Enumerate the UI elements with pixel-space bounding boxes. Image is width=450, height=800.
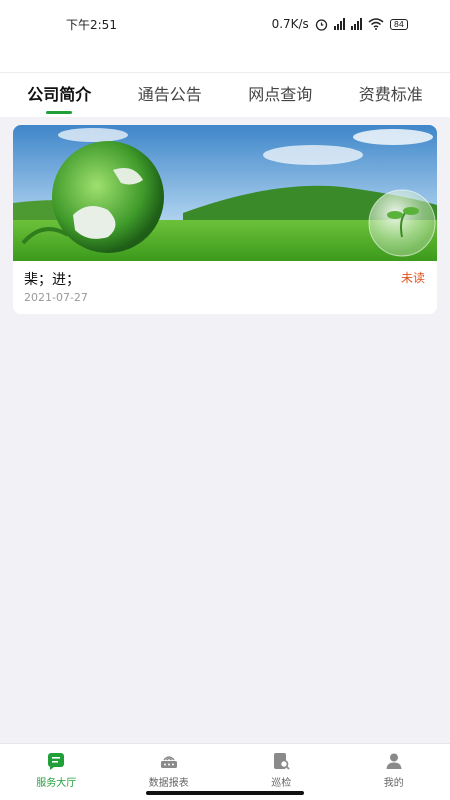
tab-label: 网点查询: [248, 84, 313, 104]
article-card[interactable]: 棐；进； 2021-07-27 未读: [13, 125, 437, 314]
top-tabs: 公司简介 通告公告 网点查询 资费标准: [0, 72, 450, 117]
header-spacer: [0, 48, 450, 72]
article-date: 2021-07-27: [24, 291, 88, 304]
nav-label: 数据报表: [148, 778, 189, 789]
service-hall-icon: [48, 753, 65, 770]
status-indicators: 0.7K/s 84: [272, 17, 408, 31]
tab-tariff-standard[interactable]: 资费标准: [349, 73, 433, 118]
wifi-icon: [368, 18, 384, 30]
battery-level: 84: [393, 19, 404, 29]
nav-label: 我的: [383, 778, 404, 789]
active-tab-indicator: [46, 110, 73, 114]
tab-branch-search[interactable]: 网点查询: [238, 73, 322, 118]
nav-label: 巡检: [271, 778, 292, 789]
nav-service-hall[interactable]: 服务大厅: [0, 744, 112, 800]
tab-label: 资费标准: [358, 84, 423, 104]
profile-icon: [386, 753, 402, 769]
tab-company-intro[interactable]: 公司简介: [17, 73, 101, 118]
green-globe-landscape-image: [13, 125, 437, 261]
article-title: 棐；进；: [24, 272, 80, 288]
signal-2-icon: [350, 18, 362, 30]
tab-notices[interactable]: 通告公告: [128, 73, 212, 118]
signal-icon: [333, 18, 345, 30]
status-time: 下午2:51: [66, 17, 117, 32]
home-indicator[interactable]: [146, 791, 304, 795]
tab-label: 公司简介: [27, 84, 92, 104]
data-report-icon: [160, 756, 177, 768]
unread-badge: 未读: [400, 271, 425, 285]
nav-profile[interactable]: 我的: [338, 744, 450, 800]
nav-label: 服务大厅: [36, 778, 77, 789]
alarm-icon: [315, 18, 327, 31]
status-bar: 下午2:51 0.7K/s 84: [0, 0, 450, 48]
network-speed: 0.7K/s: [271, 17, 309, 31]
tab-label: 通告公告: [137, 84, 202, 104]
battery-icon: 84: [389, 18, 408, 30]
inspection-icon: [274, 753, 290, 770]
